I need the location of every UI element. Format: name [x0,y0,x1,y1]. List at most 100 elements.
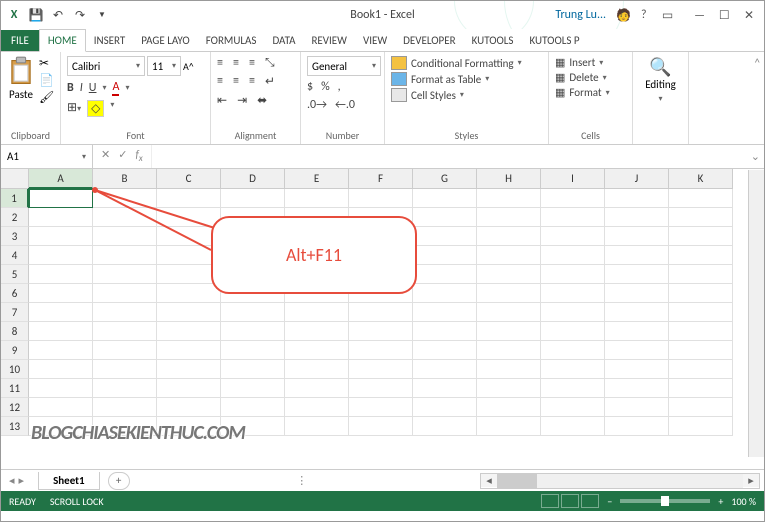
cell[interactable] [669,360,733,379]
copy-icon[interactable]: 📄 [39,73,54,88]
horizontal-scrollbar[interactable]: ◂ ▸ [480,473,760,489]
cell[interactable] [157,398,221,417]
indent-dec-icon[interactable]: ⇤ [217,93,227,108]
percent-icon[interactable]: % [321,80,330,94]
tab-kutools-p[interactable]: KUTOOLS P [522,30,588,51]
cell[interactable] [541,398,605,417]
minimize-icon[interactable]: — [689,9,711,23]
sheet-nav-prev-icon[interactable]: ◂ [9,474,15,487]
zoom-in-icon[interactable]: + [718,495,723,508]
cell[interactable] [285,398,349,417]
cell[interactable] [605,189,669,208]
cell[interactable] [477,284,541,303]
cell[interactable] [413,284,477,303]
border-icon[interactable]: ⊞▾ [67,100,81,117]
cell[interactable] [541,360,605,379]
cell[interactable] [541,341,605,360]
expand-fx-icon[interactable]: ⌄ [747,150,764,163]
col-header[interactable]: F [349,169,413,189]
cell[interactable] [477,417,541,436]
maximize-icon[interactable]: ☐ [713,8,735,23]
merge-icon[interactable]: ⬌ [257,93,267,108]
cell[interactable] [541,417,605,436]
cell[interactable] [669,265,733,284]
tab-review[interactable]: REVIEW [303,30,355,51]
cell[interactable] [157,341,221,360]
tab-insert[interactable]: INSERT [86,30,134,51]
undo-icon[interactable]: ↶ [49,6,67,24]
cell[interactable] [477,246,541,265]
cell[interactable] [605,360,669,379]
scroll-right-icon[interactable]: ▸ [743,474,759,487]
cell[interactable] [413,303,477,322]
cell[interactable] [605,322,669,341]
cell[interactable] [221,379,285,398]
col-header[interactable]: A [29,169,93,189]
redo-icon[interactable]: ↷ [71,6,89,24]
normal-view-icon[interactable] [541,494,559,508]
tab-formulas[interactable]: FORMULAS [198,30,265,51]
cell[interactable] [541,208,605,227]
cell[interactable] [477,265,541,284]
cell[interactable] [605,208,669,227]
cell[interactable] [669,341,733,360]
cell[interactable] [541,189,605,208]
cell[interactable] [413,189,477,208]
cell[interactable] [29,284,93,303]
cell[interactable] [605,284,669,303]
zoom-slider[interactable] [620,499,710,503]
tab-developer[interactable]: DEVELOPER [395,30,463,51]
cell[interactable] [477,379,541,398]
cell[interactable] [93,341,157,360]
row-header[interactable]: 9 [1,341,29,360]
cell[interactable] [477,227,541,246]
col-header[interactable]: K [669,169,733,189]
cell[interactable] [29,227,93,246]
number-format-select[interactable]: General▾ [307,56,381,76]
row-header[interactable]: 6 [1,284,29,303]
cell[interactable] [221,322,285,341]
comma-icon[interactable]: , [338,80,341,94]
cell[interactable] [413,246,477,265]
format-painter-icon[interactable]: 🖌 [39,90,54,105]
sheet-tab[interactable]: Sheet1 [38,472,100,490]
cell[interactable] [669,189,733,208]
cell[interactable] [285,303,349,322]
cell[interactable] [285,379,349,398]
row-header[interactable]: 8 [1,322,29,341]
cell[interactable] [413,322,477,341]
tab-view[interactable]: VIEW [355,30,395,51]
cell[interactable] [349,189,413,208]
zoom-level[interactable]: 100 % [731,495,756,508]
bold-button[interactable]: B [67,81,74,95]
cell[interactable] [349,341,413,360]
row-header[interactable]: 13 [1,417,29,436]
indent-inc-icon[interactable]: ⇥ [237,93,247,108]
cell[interactable] [93,265,157,284]
ribbon-display-icon[interactable]: ▭ [657,8,679,23]
cell[interactable] [669,208,733,227]
cut-icon[interactable]: ✂ [39,56,54,71]
cell[interactable] [349,322,413,341]
cell[interactable] [541,227,605,246]
row-header[interactable]: 5 [1,265,29,284]
cell[interactable] [93,322,157,341]
cell[interactable] [477,303,541,322]
cell[interactable] [285,189,349,208]
cell[interactable] [29,322,93,341]
cell[interactable] [541,322,605,341]
cell[interactable] [605,341,669,360]
cell[interactable] [29,265,93,284]
tab-kutools[interactable]: KUTOOLS [464,30,522,51]
cell-styles-button[interactable]: Cell Styles▾ [391,88,542,102]
cell[interactable] [413,360,477,379]
cell[interactable] [413,417,477,436]
cell[interactable] [669,246,733,265]
cell[interactable] [541,246,605,265]
cell[interactable] [413,379,477,398]
cell[interactable] [349,360,413,379]
cell[interactable] [93,284,157,303]
cell[interactable] [29,341,93,360]
row-header[interactable]: 3 [1,227,29,246]
cell[interactable] [477,398,541,417]
